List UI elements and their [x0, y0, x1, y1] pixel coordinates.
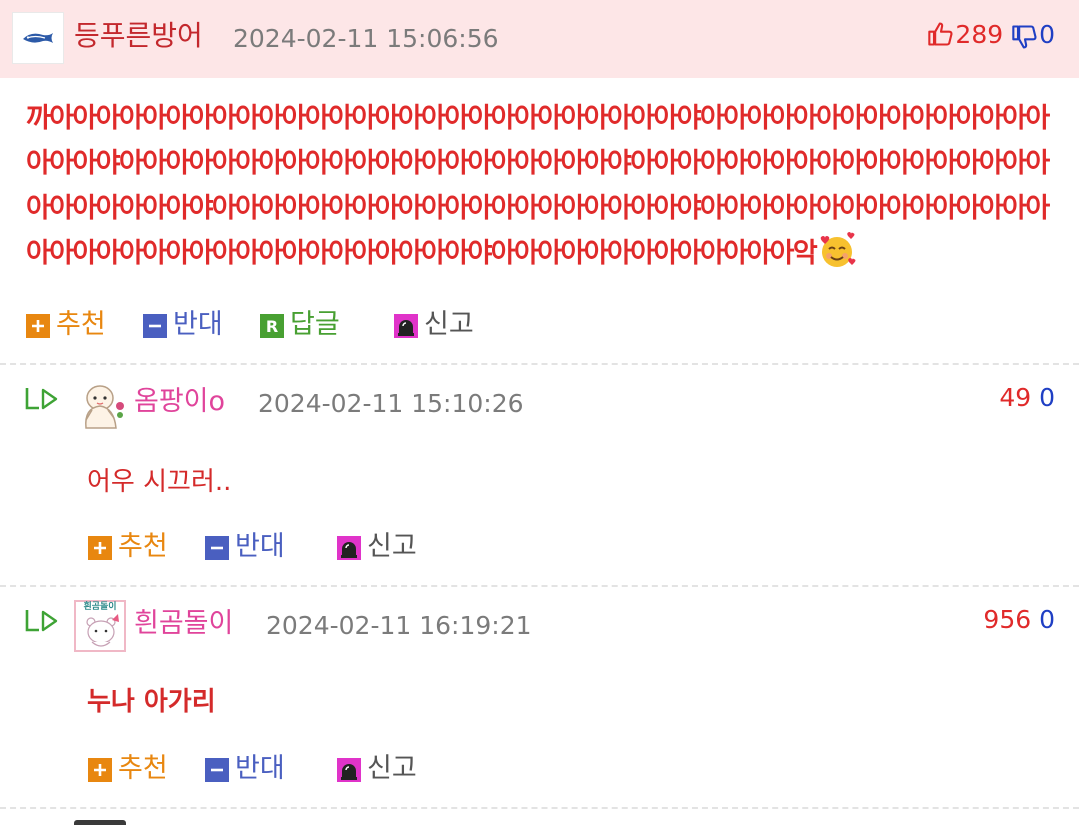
oppose-label: 반대 [173, 309, 223, 340]
smiling-face-with-hearts-icon [820, 232, 856, 267]
recommend-button[interactable]: 추천 [88, 530, 188, 564]
comment-votes: 956 0 [983, 607, 1055, 632]
comment-timestamp: 2024-02-11 15:10:26 [258, 389, 524, 418]
bear-icon [86, 614, 119, 647]
post-content-text: 까아아아아아아아아아아아아아아아아아아아아아아아아아아아야아아아아아아아아아아아… [26, 103, 1050, 269]
fish-icon [23, 33, 53, 43]
reply-arrow-icon [25, 388, 58, 410]
reply-r-icon: R [260, 314, 284, 338]
divider [0, 807, 1079, 809]
post-timestamp: 2024-02-11 15:06:56 [233, 24, 499, 53]
report-label: 신고 [367, 531, 417, 562]
thumbs-up-button[interactable]: 289 [927, 20, 1011, 49]
oppose-label: 반대 [235, 753, 285, 784]
comment-text: 누나 아가리 [87, 687, 216, 717]
minus-icon [205, 536, 229, 560]
avatar-caption: 흰곰돌이 [83, 602, 117, 612]
report-label: 신고 [367, 753, 417, 784]
post-votes: 289 0 [927, 20, 1055, 51]
next-comment-avatar [74, 820, 126, 825]
commenter-avatar[interactable]: 흰곰돌이 [74, 600, 126, 652]
recommend-label: 추천 [118, 753, 168, 784]
recommend-button[interactable]: 추천 [88, 752, 188, 786]
minus-icon [205, 758, 229, 782]
upvote-count: 956 [983, 605, 1032, 634]
post-content: 까아아아아아아아아아아아아아아아아아아아아아아아아아아아야아아아아아아아아아아아… [26, 96, 1066, 276]
comment-actions: 추천 반대 신고 [88, 752, 508, 786]
thumbs-down-button[interactable]: 0 [1011, 20, 1055, 49]
recommend-label: 추천 [118, 531, 168, 562]
reply-label: 답글 [290, 309, 340, 340]
comment-actions: 추천 반대 신고 [88, 530, 508, 564]
post-header: 등푸른방어 2024-02-11 15:06:56 289 0 [0, 0, 1079, 78]
siren-icon [394, 314, 418, 338]
downvote-count: 0 [1039, 20, 1055, 49]
commenter-avatar[interactable] [80, 380, 128, 430]
siren-icon [337, 536, 361, 560]
upvote-count: 49 [999, 383, 1032, 412]
post-author[interactable]: 등푸른방어 [74, 22, 203, 50]
author-avatar[interactable] [12, 12, 64, 64]
divider [0, 363, 1079, 365]
oppose-button[interactable]: 반대 [143, 308, 243, 342]
post-actions: 추천 반대 R 답글 신고 [26, 308, 506, 342]
comment-votes: 49 0 [999, 385, 1055, 410]
plus-icon [88, 536, 112, 560]
comment-timestamp: 2024-02-11 16:19:21 [266, 611, 532, 640]
plus-icon [88, 758, 112, 782]
report-label: 신고 [424, 309, 474, 340]
divider [0, 585, 1079, 587]
comment-author[interactable]: 옴팡이o [134, 388, 225, 415]
recommend-label: 추천 [56, 309, 106, 340]
reply-button[interactable]: R 답글 [260, 308, 360, 342]
upvote-count: 289 [955, 20, 1004, 49]
oppose-button[interactable]: 반대 [205, 530, 305, 564]
oppose-label: 반대 [235, 531, 285, 562]
plus-icon [26, 314, 50, 338]
reply-arrow-icon [25, 610, 58, 632]
downvote-count: 0 [1039, 383, 1055, 412]
report-button[interactable]: 신고 [337, 530, 437, 564]
downvote-count: 0 [1039, 605, 1055, 634]
siren-icon [337, 758, 361, 782]
minus-icon [143, 314, 167, 338]
comment-text: 어우 시끄러.. [87, 467, 232, 497]
oppose-button[interactable]: 반대 [205, 752, 305, 786]
thumbs-down-icon [1012, 25, 1037, 49]
comment-author[interactable]: 흰곰돌이 [134, 610, 233, 637]
recommend-button[interactable]: 추천 [26, 308, 126, 342]
report-button[interactable]: 신고 [394, 308, 494, 342]
report-button[interactable]: 신고 [337, 752, 437, 786]
svg-text:R: R [266, 317, 278, 336]
thumbs-up-icon [928, 22, 953, 46]
